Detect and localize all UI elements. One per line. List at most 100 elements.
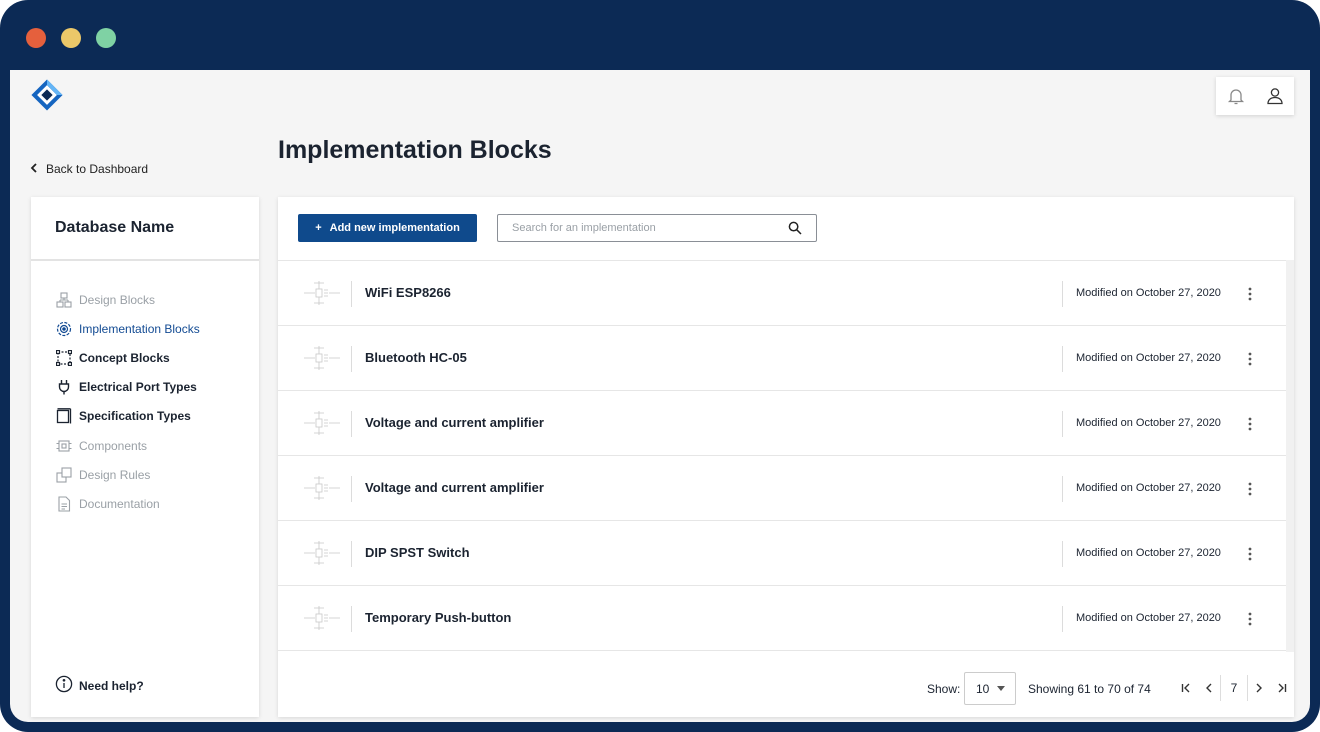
row-divider [1062,606,1063,632]
sidebar-item-documentation[interactable]: Documentation [55,489,200,518]
need-help-link[interactable]: Need help? [55,675,144,696]
sidebar-item-label: Components [79,438,148,453]
sidebar-item-electrical-port-types[interactable]: Electrical Port Types [55,373,200,402]
row-name[interactable]: Voltage and current amplifier [365,480,544,495]
component-thumbnail-icon [302,344,342,372]
pager: 7 [1176,674,1292,702]
row-divider [351,281,352,307]
page-size-value: 10 [976,681,990,696]
row-divider [1062,411,1063,437]
sidebar-nav: Design Blocks Implementation Blocks Conc… [55,285,200,519]
plug-icon [55,378,73,396]
row-modified-date: Modified on October 27, 2020 [1076,482,1221,494]
list-scrollbar[interactable] [1286,260,1294,652]
sidebar-item-design-rules[interactable]: Design Rules [55,460,200,489]
specification-icon [55,407,73,425]
design-blocks-icon [55,291,73,309]
diamond-logo-icon[interactable] [30,78,64,112]
bell-icon[interactable] [1224,84,1248,108]
row-divider [1062,346,1063,372]
row-divider [1062,541,1063,567]
row-modified-date: Modified on October 27, 2020 [1076,612,1221,624]
back-to-dashboard-link[interactable]: Back to Dashboard [30,162,148,176]
search-box [497,214,817,242]
more-options-icon[interactable] [1240,541,1260,567]
table-row[interactable]: Voltage and current amplifier Modified on… [278,390,1286,455]
more-options-icon[interactable] [1240,411,1260,437]
caret-down-icon [997,686,1005,691]
chevron-left-icon [30,162,38,176]
more-options-icon[interactable] [1240,281,1260,307]
main-panel: + Add new implementation WiFi ESP8266 Mod… [278,197,1294,717]
component-thumbnail-icon [302,539,342,567]
chip-icon [55,437,73,455]
sidebar: Database Name Design Blocks Implementati… [31,197,259,717]
document-icon [55,495,73,513]
row-name[interactable]: Bluetooth HC-05 [365,350,467,365]
header-actions [1216,77,1294,115]
info-icon [55,675,73,696]
row-modified-date: Modified on October 27, 2020 [1076,352,1221,364]
row-divider [351,476,352,502]
sidebar-divider [31,259,259,261]
plus-icon: + [315,222,322,234]
row-divider [1062,476,1063,502]
sidebar-item-components[interactable]: Components [55,431,200,460]
row-modified-date: Modified on October 27, 2020 [1076,287,1221,299]
sidebar-item-implementation-blocks[interactable]: Implementation Blocks [55,314,200,343]
show-label: Show: [927,682,961,696]
sidebar-item-label: Concept Blocks [79,350,170,365]
page-size-select[interactable]: 10 [964,672,1016,705]
last-page-icon[interactable] [1270,675,1292,701]
app-window: Back to Dashboard Implementation Blocks … [10,70,1310,722]
window-minimize-dot[interactable] [61,28,81,48]
row-name[interactable]: Temporary Push-button [365,610,511,625]
table-row[interactable]: Voltage and current amplifier Modified on… [278,455,1286,520]
sidebar-item-label: Implementation Blocks [79,321,200,336]
sidebar-item-label: Specification Types [79,409,191,424]
add-new-implementation-button[interactable]: + Add new implementation [298,214,477,242]
sidebar-item-concept-blocks[interactable]: Concept Blocks [55,343,200,372]
implementation-blocks-icon [55,320,73,338]
window-maximize-dot[interactable] [96,28,116,48]
search-input[interactable] [510,221,788,235]
table-row[interactable]: Bluetooth HC-05 Modified on October 27, 2… [278,325,1286,390]
need-help-label: Need help? [79,678,144,693]
app-frame: Back to Dashboard Implementation Blocks … [0,0,1320,732]
sidebar-item-label: Electrical Port Types [79,380,197,395]
sidebar-item-label: Design Rules [79,467,151,482]
component-thumbnail-icon [302,409,342,437]
more-options-icon[interactable] [1240,346,1260,372]
row-divider [351,606,352,632]
row-modified-date: Modified on October 27, 2020 [1076,417,1221,429]
row-name[interactable]: WiFi ESP8266 [365,285,451,300]
component-thumbnail-icon [302,279,342,307]
design-rules-icon [55,466,73,484]
more-options-icon[interactable] [1240,606,1260,632]
range-text: Showing 61 to 70 of 74 [1028,682,1151,696]
table-row[interactable]: DIP SPST Switch Modified on October 27, 2… [278,520,1286,585]
sidebar-item-specification-types[interactable]: Specification Types [55,402,200,431]
sidebar-item-label: Documentation [79,496,160,511]
table-row[interactable]: Temporary Push-button Modified on October… [278,585,1286,651]
concept-blocks-icon [55,349,73,367]
more-options-icon[interactable] [1240,476,1260,502]
search-icon[interactable] [788,220,804,236]
row-name[interactable]: DIP SPST Switch [365,545,470,560]
window-close-dot[interactable] [26,28,46,48]
back-link-label: Back to Dashboard [46,162,149,176]
database-name: Database Name [55,219,175,236]
sidebar-item-design-blocks[interactable]: Design Blocks [55,285,200,314]
current-page[interactable]: 7 [1220,675,1248,701]
next-page-icon[interactable] [1248,675,1270,701]
implementation-list: WiFi ESP8266 Modified on October 27, 2020… [278,260,1286,651]
table-row[interactable]: WiFi ESP8266 Modified on October 27, 2020 [278,260,1286,325]
page-title: Implementation Blocks [278,136,552,164]
first-page-icon[interactable] [1176,675,1198,701]
row-divider [1062,281,1063,307]
row-name[interactable]: Voltage and current amplifier [365,415,544,430]
previous-page-icon[interactable] [1198,675,1220,701]
sidebar-item-label: Design Blocks [79,292,156,307]
user-icon[interactable] [1263,84,1287,108]
row-modified-date: Modified on October 27, 2020 [1076,547,1221,559]
